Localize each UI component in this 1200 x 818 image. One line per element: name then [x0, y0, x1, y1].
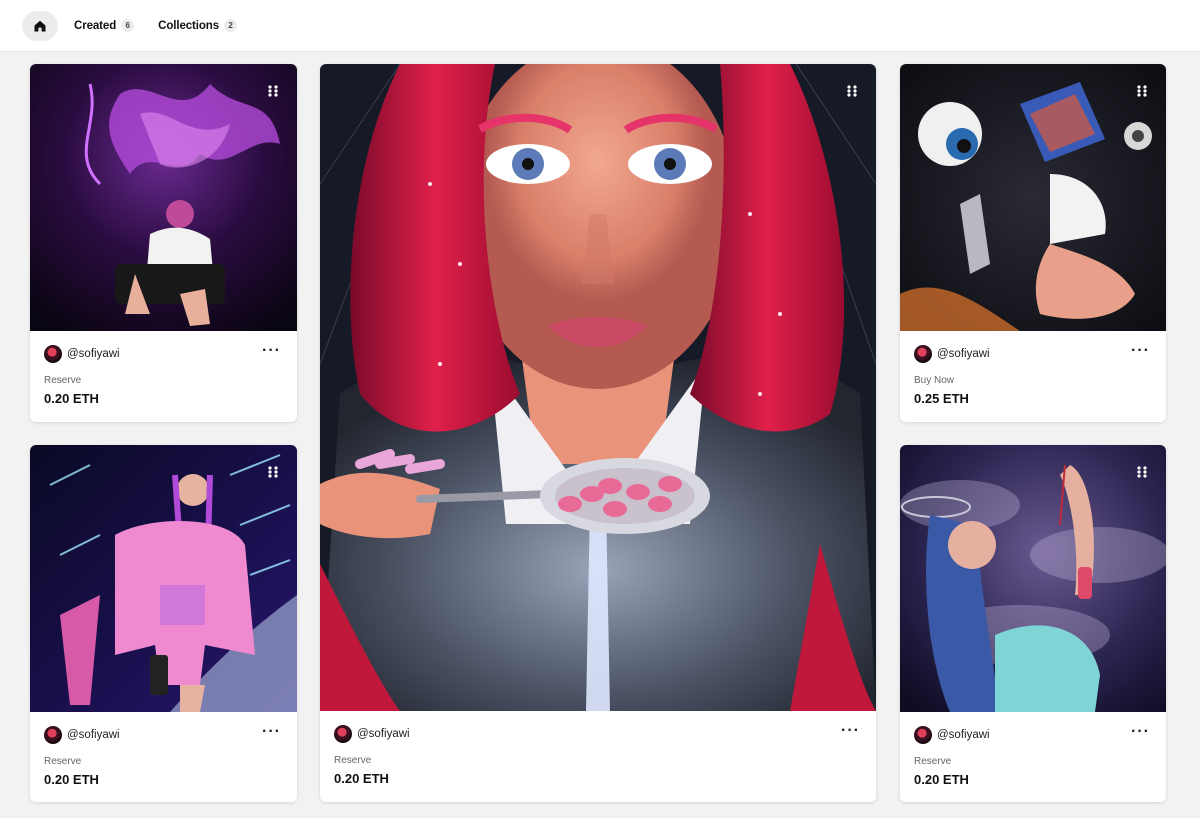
creator-link[interactable]: @sofiyawi [914, 726, 990, 744]
artwork-image[interactable] [320, 64, 876, 711]
tab-collections-count: 2 [224, 19, 238, 32]
grip-dots-icon[interactable] [267, 84, 279, 98]
more-dots-icon[interactable]: ··· [262, 343, 281, 359]
card-meta: @sofiyawi ··· Reserve 0.20 ETH [30, 712, 297, 802]
nft-card[interactable]: @sofiyawi ··· Buy Now 0.25 ETH [900, 64, 1166, 422]
creator-handle: @sofiyawi [937, 729, 990, 741]
avatar [44, 345, 62, 363]
creator-handle: @sofiyawi [357, 728, 410, 740]
creator-handle: @sofiyawi [67, 348, 120, 360]
nft-card[interactable]: @sofiyawi ··· Reserve 0.20 ETH [30, 64, 297, 422]
grip-dots-icon[interactable] [267, 465, 279, 479]
price-value: 0.20 ETH [44, 391, 99, 406]
artwork-image[interactable] [30, 64, 297, 331]
creator-link[interactable]: @sofiyawi [334, 725, 410, 743]
avatar [334, 725, 352, 743]
more-dots-icon[interactable]: ··· [1131, 724, 1150, 740]
tab-created-label: Created [74, 19, 117, 32]
price-label: Reserve [334, 755, 372, 766]
home-icon [34, 20, 46, 31]
price-value: 0.20 ETH [334, 771, 389, 786]
avatar [914, 726, 932, 744]
creator-link[interactable]: @sofiyawi [914, 345, 990, 363]
profile-tab-bar: Created 6 Collections 2 [0, 0, 1200, 52]
card-meta: @sofiyawi ··· Reserve 0.20 ETH [320, 711, 876, 802]
grip-dots-icon[interactable] [1136, 84, 1148, 98]
more-dots-icon[interactable]: ··· [841, 723, 860, 739]
creator-link[interactable]: @sofiyawi [44, 726, 120, 744]
card-meta: @sofiyawi ··· Reserve 0.20 ETH [30, 331, 297, 422]
card-meta: @sofiyawi ··· Reserve 0.20 ETH [900, 712, 1166, 802]
avatar [914, 345, 932, 363]
more-dots-icon[interactable]: ··· [1131, 343, 1150, 359]
price-label: Reserve [44, 375, 82, 386]
price-label: Reserve [44, 756, 82, 767]
price-value: 0.20 ETH [914, 772, 969, 787]
grip-dots-icon[interactable] [1136, 465, 1148, 479]
tab-created[interactable]: Created 6 [74, 19, 135, 32]
creator-handle: @sofiyawi [67, 729, 120, 741]
price-value: 0.25 ETH [914, 391, 969, 406]
nft-card-featured[interactable]: @sofiyawi ··· Reserve 0.20 ETH [320, 64, 876, 802]
tab-collections-label: Collections [158, 19, 220, 32]
more-dots-icon[interactable]: ··· [262, 724, 281, 740]
tab-collections[interactable]: Collections 2 [158, 19, 238, 32]
artwork-image[interactable] [900, 445, 1166, 712]
nft-card[interactable]: @sofiyawi ··· Reserve 0.20 ETH [30, 445, 297, 802]
artwork-image[interactable] [30, 445, 297, 712]
card-meta: @sofiyawi ··· Buy Now 0.25 ETH [900, 331, 1166, 422]
grip-dots-icon[interactable] [846, 84, 858, 98]
nft-card[interactable]: @sofiyawi ··· Reserve 0.20 ETH [900, 445, 1166, 802]
price-label: Buy Now [914, 375, 955, 386]
price-label: Reserve [914, 756, 952, 767]
home-button[interactable] [22, 10, 58, 41]
creator-link[interactable]: @sofiyawi [44, 345, 120, 363]
price-value: 0.20 ETH [44, 772, 99, 787]
artwork-image[interactable] [900, 64, 1166, 331]
avatar [44, 726, 62, 744]
creator-handle: @sofiyawi [937, 348, 990, 360]
tab-created-count: 6 [121, 19, 135, 32]
